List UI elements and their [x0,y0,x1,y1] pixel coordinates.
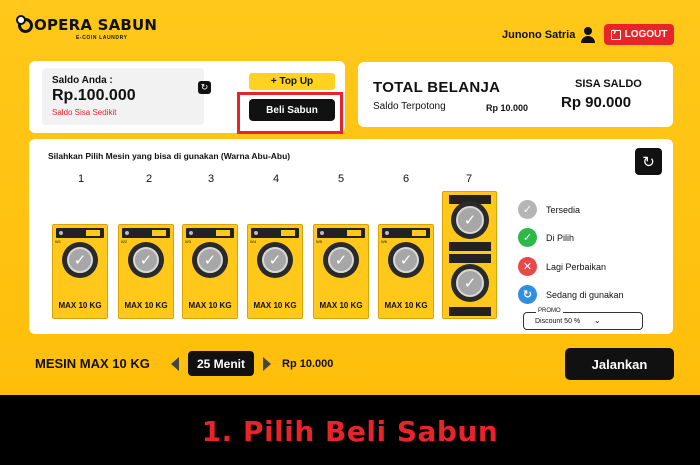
machine-id: W4 [250,239,256,244]
check-icon: ✓ [393,247,419,273]
username: Junono Satria [502,29,576,41]
check-icon: ✓ [133,247,159,273]
legend-digunakan: ↻ Sedang di gunakan [518,285,624,304]
step-caption: 1. Pilih Beli Sabun [201,415,499,448]
legend-label: Sedang di gunakan [546,289,624,300]
total-title: TOTAL BELANJA [373,79,501,96]
machine-capacity: MAX 10 KG [124,301,168,310]
machine-number: 3 [207,173,215,185]
check-icon: ✓ [456,206,484,234]
machine-id: W5 [316,239,322,244]
legend-perbaikan: ✕ Lagi Perbaikan [518,257,606,276]
machine-id: W2 [121,239,127,244]
promo-select[interactable]: PROMO Discount 50 % ⌄ [523,308,643,330]
saldo-refresh-icon[interactable]: ↻ [198,81,211,94]
machine-capacity: MAX 10 KG [188,301,232,310]
washer-machine-5[interactable]: W5 ✓ MAX 10 KG [313,224,369,319]
machine-capacity: MAX 10 KG [384,301,428,310]
machine-number: 4 [272,173,280,185]
legend-label: Lagi Perbaikan [546,261,607,272]
terpotong-value: Rp 10.000 [486,103,529,113]
legend-tersedia: ✓ Tersedia [518,200,580,219]
legend-label: Tersedia [546,204,581,215]
logo-subtitle: E-COIN LAUNDRY [76,35,128,41]
panel-title: Silahkan Pilih Mesin yang bisa di gunaka… [48,151,291,161]
stacked-machine-7[interactable]: ✓ ✓ [442,191,497,319]
legend-label: Di Pilih [546,232,575,243]
chevron-down-icon: ⌄ [594,316,601,325]
machine-capacity: MAX 10 KG [253,301,297,310]
check-icon: ✓ [197,247,223,273]
user-profile[interactable]: Junono Satria [502,27,596,43]
check-icon: ✓ [67,247,93,273]
logo-mark-icon [16,14,33,33]
saldo-value: Rp.100.000 [52,87,136,104]
washer-machine-4[interactable]: W4 ✓ MAX 10 KG [247,224,303,319]
machine-number: 5 [337,173,345,185]
panel-refresh-button[interactable]: ↻ [635,148,662,175]
check-icon: ✓ [518,228,537,247]
check-icon: ✓ [328,247,354,273]
saldo-warning: Saldo Sisa Sedikit [52,108,117,117]
app-screen: OPERA SABUN E-COIN LAUNDRY Junono Satria… [0,0,700,395]
sisa-saldo-label: SISA SALDO [575,78,642,90]
total-card: TOTAL BELANJA Saldo Terpotong Rp 10.000 … [358,62,673,127]
topup-button[interactable]: + Top Up [249,73,335,90]
duration-display[interactable]: 25 Menit [188,351,254,376]
terpotong-label: Saldo Terpotong [373,101,446,112]
machine-number: 2 [145,173,153,185]
machine-capacity: MAX 10 KG [58,301,102,310]
jalankan-button[interactable]: Jalankan [565,348,674,380]
x-icon: ✕ [518,257,537,276]
washer-machine-1[interactable]: W1 ✓ MAX 10 KG [52,224,108,319]
check-icon: ✓ [518,200,537,219]
promo-label: PROMO [536,308,563,314]
machine-id: W1 [55,239,61,244]
promo-value: Discount 50 % [535,318,581,325]
machine-size-label: MESIN MAX 10 KG [35,356,150,371]
sisa-saldo-value: Rp 90.000 [561,94,632,111]
logout-label: LOGOUT [624,29,668,40]
logout-button[interactable]: LOGOUT [604,24,674,45]
price-label: Rp 10.000 [282,358,334,370]
refresh-icon: ↻ [518,285,537,304]
logout-icon [610,26,621,40]
machine-number: 1 [77,173,85,185]
machine-id: W6 [381,239,387,244]
decrease-arrow-icon[interactable] [171,357,179,371]
legend-dipilih: ✓ Di Pilih [518,228,574,247]
highlight-box [237,92,343,134]
saldo-box: Saldo Anda : Rp.100.000 Saldo Sisa Sedik… [42,68,211,125]
logo-text: OPERA SABUN [34,16,158,34]
machine-capacity: MAX 10 KG [319,301,363,310]
machine-number: 7 [465,173,473,185]
user-icon [581,27,596,43]
increase-arrow-icon[interactable] [263,357,271,371]
machine-panel: Silahkan Pilih Mesin yang bisa di gunaka… [29,139,673,334]
check-icon: ✓ [456,269,484,297]
machine-id: W3 [185,239,191,244]
washer-machine-6[interactable]: W6 ✓ MAX 10 KG [378,224,434,319]
washer-machine-3[interactable]: W3 ✓ MAX 10 KG [182,224,238,319]
saldo-label: Saldo Anda : [52,75,113,86]
washer-machine-2[interactable]: W2 ✓ MAX 10 KG [118,224,174,319]
machine-number: 6 [402,173,410,185]
check-icon: ✓ [262,247,288,273]
brand-logo: OPERA SABUN E-COIN LAUNDRY [16,14,158,41]
